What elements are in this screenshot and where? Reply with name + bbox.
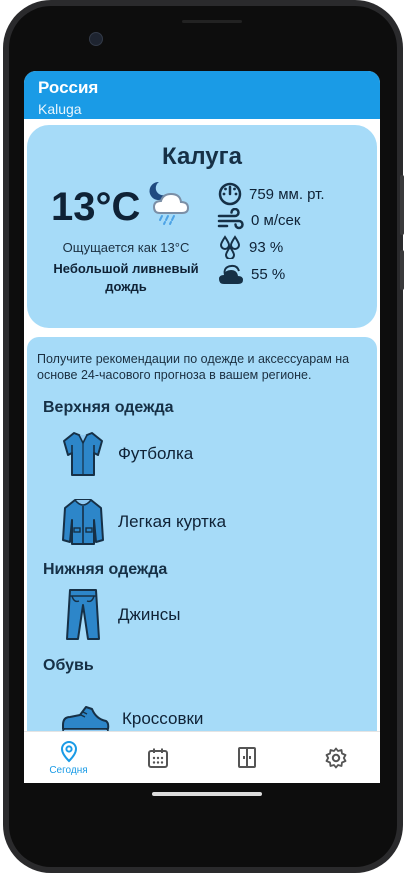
nav-calendar[interactable] — [113, 732, 202, 783]
partly-cloudy-night-rain-icon — [145, 179, 193, 232]
nav-settings[interactable] — [291, 732, 380, 783]
wind-value: 0 м/сек — [251, 211, 301, 229]
current-weather-card: Калуга 13°C Ощущается как 13°C Небольшой… — [27, 125, 377, 328]
cloudiness-value: 55 % — [251, 265, 286, 283]
home-indicator — [152, 792, 262, 796]
jeans-label: Джинсы — [118, 605, 181, 624]
item-jeans[interactable]: Джинсы — [60, 587, 181, 643]
bottom-navigation: Сегодня — [24, 731, 380, 783]
cloudiness-icon — [219, 264, 243, 284]
humidity-value: 93 % — [249, 238, 284, 256]
light-jacket-label: Легкая куртка — [118, 512, 227, 531]
earpiece-speaker — [182, 20, 242, 23]
front-camera — [89, 32, 103, 46]
item-light-jacket[interactable]: Легкая куртка — [60, 494, 226, 550]
light-jacket-icon — [62, 499, 104, 545]
tshirt-icon — [63, 432, 103, 476]
humidity-stat: 93 % — [217, 235, 283, 259]
app-bar: Россия Kaluga — [24, 71, 380, 119]
settings-gear-icon — [325, 747, 346, 769]
recommendations-intro: Получите рекомендации по одежде и аксесс… — [37, 352, 350, 382]
nav-today[interactable]: Сегодня — [24, 732, 113, 783]
city-subtitle: Kaluga — [38, 101, 82, 117]
city-name: Калуга — [162, 143, 242, 170]
pressure-value: 759 мм. рт. — [249, 185, 325, 203]
jeans-icon — [66, 589, 100, 640]
app-screen: Россия Kaluga Калуга 13°C Ощущается как … — [24, 71, 380, 783]
calendar-icon — [147, 748, 168, 768]
power-button — [400, 250, 404, 290]
volume-button — [400, 175, 404, 235]
category-footwear: Обувь — [43, 657, 94, 674]
phone-frame: Россия Kaluga Калуга 13°C Ощущается как … — [0, 0, 406, 873]
wind-icon — [217, 208, 244, 230]
nav-today-label: Сегодня — [49, 764, 88, 776]
humidity-drops-icon — [219, 235, 241, 259]
category-outerwear: Верхняя одежда — [43, 399, 174, 416]
category-bottoms: Нижняя одежда — [43, 561, 168, 578]
wardrobe-icon — [237, 747, 256, 768]
temperature: 13°C — [51, 185, 141, 229]
nav-wardrobe[interactable] — [202, 732, 291, 783]
feels-like: Ощущается как 13°C — [62, 240, 190, 255]
pressure-gauge-icon — [218, 182, 242, 206]
cloudiness-stat: 55 % — [217, 262, 285, 286]
country-title: Россия — [38, 78, 99, 97]
wind-stat: 0 м/сек — [217, 208, 300, 232]
location-pin-icon — [60, 740, 77, 762]
weather-description: Небольшой ливневый дождь — [53, 261, 199, 294]
clothing-recommendations-card: Получите рекомендации по одежде и аксесс… — [27, 337, 377, 783]
tshirt-label: Футболка — [118, 444, 194, 463]
item-tshirt[interactable]: Футболка — [60, 426, 193, 482]
sneakers-label: Кроссовки — [122, 709, 204, 728]
pressure-stat: 759 мм. рт. — [217, 182, 325, 206]
